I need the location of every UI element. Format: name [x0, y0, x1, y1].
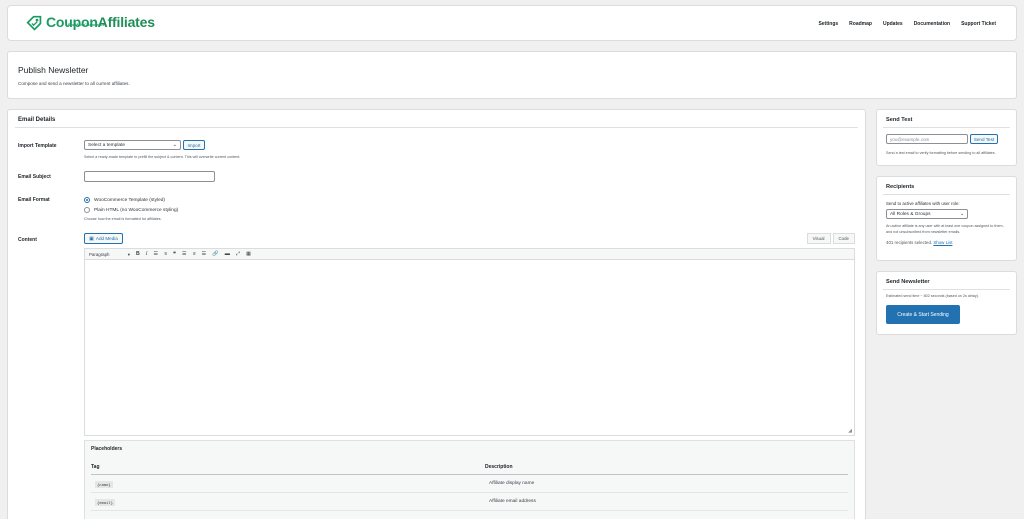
align-left-icon[interactable]: ☰ — [182, 251, 187, 257]
send-test-panel: Send Test you@example.com Send Test Send… — [876, 109, 1017, 166]
nav-roadmap[interactable]: Roadmap — [849, 21, 872, 27]
caret-down-icon: ▾ — [127, 251, 130, 257]
send-test-help: Send a test email to verify formatting b… — [886, 151, 996, 155]
page-title: Publish Newsletter — [18, 65, 89, 75]
email-details-title: Email Details — [18, 117, 56, 123]
blockquote-icon[interactable]: ❝ — [173, 251, 176, 257]
email-subject-label: Email Subject — [18, 174, 51, 180]
col-tag: Tag — [91, 464, 100, 470]
format-option-plain-html[interactable]: Plain HTML (no WooCommerce styling) — [84, 207, 178, 213]
tab-visual[interactable]: Visual — [806, 233, 831, 244]
radio-unchecked[interactable] — [84, 207, 90, 213]
send-test-button[interactable]: Send Test — [970, 134, 998, 144]
page-description: Compose and send a newsletter to all cur… — [18, 81, 130, 86]
page-header: Publish Newsletter Compose and send a ne… — [7, 51, 1017, 99]
format-option-label: Plain HTML (no WooCommerce styling) — [94, 207, 179, 213]
send-estimate: Estimated send time ~ 802 seconds (based… — [886, 294, 979, 298]
top-bar: CouponAffiliates For WooCommerce Setting… — [7, 5, 1017, 41]
radio-checked[interactable] — [84, 197, 90, 203]
paragraph-format-value: Paragraph — [89, 251, 110, 257]
nav-updates[interactable]: Updates — [883, 21, 903, 27]
placeholder-description: Affiliate display name — [489, 481, 535, 486]
top-nav: Settings Roadmap Updates Documentation S… — [818, 21, 996, 27]
content-editor[interactable]: ◢ — [84, 260, 855, 436]
template-select[interactable]: Select a template ⌄ — [84, 140, 181, 150]
col-description: Description — [485, 464, 513, 470]
resize-handle-icon[interactable]: ◢ — [848, 428, 852, 434]
placeholder-tag: {email} — [95, 499, 116, 506]
nav-settings[interactable]: Settings — [818, 21, 838, 27]
format-option-woocommerce[interactable]: WooCommerce Template (styled) — [84, 197, 165, 203]
placeholder-row: {name} Affiliate display name — [91, 475, 848, 493]
recipients-label: Send to active affiliates with user role… — [886, 201, 960, 206]
editor-toolbar: Paragraph ▾ B I ☰ ≡ ❝ ☰ ≡ ☰ 🔗 ▬ ⤢ ▦ — [84, 248, 855, 260]
content-label: Content — [18, 237, 37, 243]
role-select[interactable]: All Roles & Groups ⌄ — [886, 209, 968, 219]
link-icon[interactable]: 🔗 — [212, 251, 218, 257]
test-email-input[interactable]: you@example.com — [886, 134, 968, 144]
tag-logo-icon — [26, 15, 42, 31]
email-format-label: Email Format — [18, 197, 50, 203]
import-button[interactable]: Import — [183, 140, 205, 150]
template-select-value: Select a template — [88, 142, 126, 148]
divider — [883, 289, 1010, 290]
import-template-label: Import Template — [18, 143, 57, 149]
read-more-icon[interactable]: ▬ — [225, 251, 230, 257]
chevron-down-icon: ⌄ — [959, 211, 964, 217]
placeholders-title: Placeholders — [91, 446, 123, 452]
recipients-count: 401 recipients selected. Show List — [886, 240, 952, 245]
chevron-down-icon: ⌄ — [172, 142, 177, 148]
show-list-link[interactable]: Show List — [933, 240, 952, 245]
recipients-title: Recipients — [886, 184, 915, 190]
placeholders-panel: Placeholders Tag Description {name} Affi… — [84, 440, 855, 519]
placeholder-tag: {name} — [95, 481, 113, 488]
import-template-help: Select a ready-made template to prefill … — [84, 155, 241, 159]
send-newsletter-title: Send Newsletter — [886, 279, 930, 285]
add-media-label: Add Media — [95, 236, 118, 241]
nav-documentation[interactable]: Documentation — [914, 21, 950, 27]
recipients-count-text: 401 recipients selected. — [886, 240, 933, 245]
divider — [15, 127, 858, 128]
bullet-list-icon[interactable]: ☰ — [153, 251, 158, 257]
align-center-icon[interactable]: ≡ — [193, 251, 196, 257]
placeholder-description: Affiliate email address — [489, 499, 536, 504]
placeholders-header: Tag Description — [91, 461, 848, 475]
paragraph-format-select[interactable]: Paragraph ▾ — [89, 252, 130, 257]
role-select-value: All Roles & Groups — [890, 211, 931, 217]
divider — [883, 194, 1010, 195]
create-start-sending-button[interactable]: Create & Start Sending — [886, 305, 960, 324]
tab-code[interactable]: Code — [832, 233, 855, 244]
toolbar-toggle-icon[interactable]: ▦ — [246, 251, 251, 257]
email-details-panel: Email Details Import Template Select a t… — [7, 109, 866, 519]
italic-icon[interactable]: I — [146, 251, 148, 257]
editor-tabs: Visual Code — [805, 233, 855, 244]
nav-support-ticket[interactable]: Support Ticket — [961, 21, 996, 27]
bold-icon[interactable]: B — [136, 251, 140, 257]
divider — [883, 127, 1010, 128]
recipients-panel: Recipients Send to active affiliates wit… — [876, 176, 1017, 261]
send-newsletter-panel: Send Newsletter Estimated send time ~ 80… — [876, 271, 1017, 335]
numbered-list-icon[interactable]: ≡ — [164, 251, 167, 257]
placeholder-row: {email} Affiliate email address — [91, 493, 848, 511]
send-test-title: Send Test — [886, 117, 913, 123]
brand-subtitle: For WooCommerce — [68, 22, 105, 27]
format-option-label: WooCommerce Template (styled) — [94, 197, 165, 203]
add-media-button[interactable]: ▣ Add Media — [84, 233, 123, 244]
fullscreen-icon[interactable]: ⤢ — [236, 251, 240, 257]
align-right-icon[interactable]: ☰ — [202, 251, 207, 257]
email-format-help: Choose how the email is formatted for af… — [84, 217, 162, 221]
email-subject-input[interactable] — [84, 171, 215, 182]
media-icon: ▣ — [89, 235, 94, 242]
recipients-help: An active affiliate is any user with at … — [886, 224, 1004, 234]
